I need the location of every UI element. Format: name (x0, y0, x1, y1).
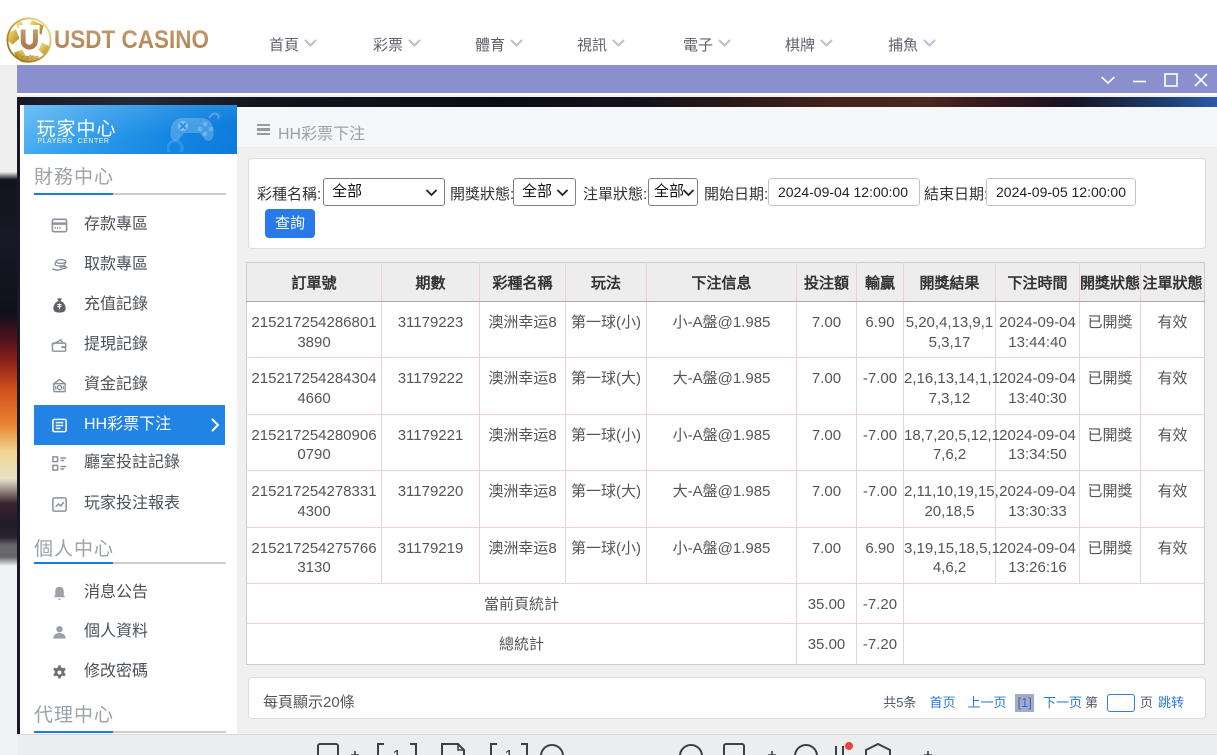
svg-text:1: 1 (505, 748, 514, 755)
svg-text:1: 1 (393, 748, 402, 755)
svg-text:casino: casino (19, 55, 39, 61)
